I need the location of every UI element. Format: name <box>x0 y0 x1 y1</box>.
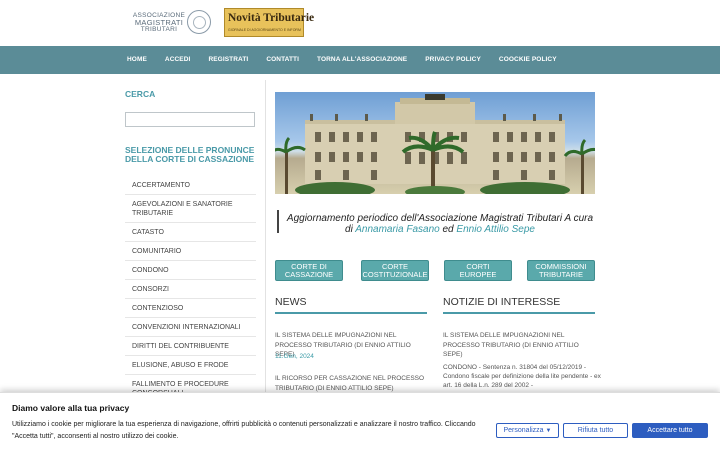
cookie-title: Diamo valore alla tua privacy <box>12 403 130 413</box>
category-item[interactable]: DIRITTI DEL CONTRIBUENTE <box>125 337 256 356</box>
nav-cookie-policy[interactable]: COOCKIE POLICY <box>490 46 566 74</box>
category-item[interactable]: AGEVOLAZIONI E SANATORIE TRIBUTARIE <box>125 195 256 223</box>
seal-icon <box>187 10 211 34</box>
building-illustration <box>275 94 595 194</box>
category-item[interactable]: CATASTO <box>125 223 256 242</box>
category-item[interactable]: COMUNITARIO <box>125 242 256 261</box>
author-link-fasano[interactable]: Annamaria Fasano <box>355 224 440 235</box>
search-title: CERCA <box>125 89 156 99</box>
reject-all-button[interactable]: Rifiuta tutto <box>563 423 628 438</box>
main-navbar: HOME ACCEDI REGISTRATI CONTATTI TORNA AL… <box>0 46 720 74</box>
tagline: Aggiornamento periodico dell'Associazion… <box>286 213 594 235</box>
nav-accedi[interactable]: ACCEDI <box>156 46 200 74</box>
nav-torna-associazione[interactable]: TORNA ALL'ASSOCIAZIONE <box>308 46 416 74</box>
category-item[interactable]: CONVENZIONI INTERNAZIONALI <box>125 318 256 337</box>
category-item[interactable]: ACCERTAMENTO <box>125 176 256 195</box>
corte-cassazione-button[interactable]: CORTE DI CASSAZIONE <box>275 260 343 281</box>
news-item[interactable]: IL RICORSO PER CASSAZIONE NEL PROCESSO T… <box>275 374 425 393</box>
news-date: 11.Gen, 2024 <box>275 353 314 360</box>
search-input[interactable] <box>125 112 255 127</box>
category-list: ACCERTAMENTO AGEVOLAZIONI E SANATORIE TR… <box>125 176 256 403</box>
news-title: NEWS <box>275 296 307 308</box>
corti-europee-button[interactable]: CORTI EUROPEE <box>444 260 512 281</box>
category-item[interactable]: CONSORZI <box>125 280 256 299</box>
commissioni-tributarie-button[interactable]: COMMISSIONI TRIBUTARIE <box>527 260 595 281</box>
cookie-text: Utilizziamo i cookie per migliorare la t… <box>12 421 476 440</box>
category-item[interactable]: ELUSIONE, ABUSO E FRODE <box>125 356 256 375</box>
corte-costituzionale-button[interactable]: CORTE COSTITUZIONALE <box>361 260 429 281</box>
interest-item[interactable]: CONDONO - Sentenza n. 31804 del 05/12/20… <box>443 363 601 390</box>
accept-all-button[interactable]: Accettare tutto <box>632 423 708 438</box>
hero-image-palazzo-giustizia <box>275 92 595 194</box>
nav-privacy-policy[interactable]: PRIVACY POLICY <box>416 46 490 74</box>
nav-contatti[interactable]: CONTATTI <box>257 46 308 74</box>
category-item[interactable]: CONDONO <box>125 261 256 280</box>
site-header: ASSOCIAZIONE MAGISTRATI TRIBUTARI Novità… <box>0 0 720 46</box>
author-link-sepe[interactable]: Ennio Attilio Sepe <box>456 224 535 235</box>
tagline-accent-bar <box>277 210 279 233</box>
amt-logo[interactable]: ASSOCIAZIONE MAGISTRATI TRIBUTARI <box>126 9 214 37</box>
category-item[interactable]: CONTENZIOSO <box>125 299 256 318</box>
nav-menu: HOME ACCEDI REGISTRATI CONTATTI TORNA AL… <box>118 46 566 74</box>
nav-registrati[interactable]: REGISTRATI <box>199 46 257 74</box>
chevron-down-icon: ▼ <box>545 428 552 434</box>
interest-underline <box>443 312 595 314</box>
nav-home[interactable]: HOME <box>118 46 156 74</box>
news-underline <box>275 312 427 314</box>
novita-tributarie-logo[interactable]: Novità Tributarie GIORNALE DI AGGIORNAME… <box>224 8 314 37</box>
customize-button[interactable]: Personalizza ▼ <box>496 423 559 438</box>
categories-title: SELEZIONE DELLE PRONUNCE DELLA CORTE DI … <box>125 145 255 164</box>
interest-title: NOTIZIE DI INTERESSE <box>443 296 561 308</box>
interest-item[interactable]: IL SISTEMA DELLE IMPUGNAZIONI NEL PROCES… <box>443 331 595 360</box>
cookie-banner: Diamo valore alla tua privacy Utilizziam… <box>0 392 720 450</box>
